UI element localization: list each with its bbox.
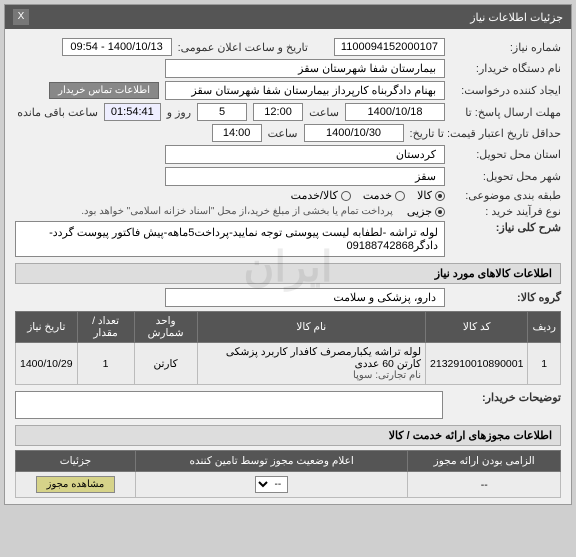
row-reply-due: مهلت ارسال پاسخ: تا 1400/10/18 ساعت 12:0… xyxy=(15,103,561,121)
label-time-2: ساعت xyxy=(268,127,298,140)
th-name: نام کالا xyxy=(197,312,425,343)
label-process-type: نوع فرآیند خرید : xyxy=(451,205,561,218)
td-name: لوله تراشه یکبارمصرف کافدار کاربرد پزشکی… xyxy=(197,343,425,385)
radio-both-icon xyxy=(341,191,351,201)
value-province: کردستان xyxy=(165,145,445,164)
radio-goods-icon xyxy=(435,191,445,201)
goods-item-name: لوله تراشه یکبارمصرف کافدار کاربرد پزشکی… xyxy=(202,346,421,370)
th-mandatory: الزامی بودن ارائه مجوز xyxy=(408,451,561,472)
td-qty: 1 xyxy=(77,343,134,385)
row-requester: ایجاد کننده درخواست: بهنام دادگربناه کار… xyxy=(15,81,561,100)
td-reqdate: 1400/10/29 xyxy=(16,343,78,385)
buyer-notes-textarea[interactable] xyxy=(15,391,443,419)
th-status: اعلام وضعیت مجوز توسط تامین کننده xyxy=(135,451,408,472)
label-time-1: ساعت xyxy=(309,106,339,119)
radio-service[interactable]: خدمت xyxy=(363,189,405,202)
label-buyer-org: نام دستگاه خریدار: xyxy=(451,62,561,75)
value-remaining-time: 01:54:41 xyxy=(104,103,161,121)
details-panel: جزئیات اطلاعات نیاز X ایران شماره نیاز: … xyxy=(4,4,572,505)
goods-row: 1 2132910010890001 لوله تراشه یکبارمصرف … xyxy=(16,343,561,385)
value-price-valid-date: 1400/10/30 xyxy=(304,124,404,142)
label-days: روز و xyxy=(167,106,191,119)
label-reply-due: مهلت ارسال پاسخ: تا xyxy=(451,106,561,119)
goods-section-header: اطلاعات کالاهای مورد نیاز xyxy=(15,263,561,284)
label-buyer-notes: توضیحات خریدار: xyxy=(451,391,561,404)
td-details: مشاهده مجوز xyxy=(16,472,136,498)
permit-status-select[interactable]: -- xyxy=(255,476,288,493)
permits-row: -- -- مشاهده مجوز xyxy=(16,472,561,498)
td-status: -- xyxy=(135,472,408,498)
label-province: استان محل تحویل: xyxy=(451,148,561,161)
view-permit-button[interactable]: مشاهده مجوز xyxy=(36,476,116,493)
row-goods-group: گروه کالا: دارو، پزشکی و سلامت xyxy=(15,288,561,307)
label-summary: شرح کلی نیاز: xyxy=(451,221,561,234)
row-province: استان محل تحویل: کردستان xyxy=(15,145,561,164)
process-note: پرداخت تمام یا بخشی از مبلغ خرید،از محل … xyxy=(81,206,393,217)
td-mandatory: -- xyxy=(408,472,561,498)
panel-title: جزئیات اطلاعات نیاز xyxy=(470,11,563,24)
radio-service-label: خدمت xyxy=(363,189,392,202)
row-city: شهر محل تحویل: سقز xyxy=(15,167,561,186)
label-public-date: تاریخ و ساعت اعلان عمومی: xyxy=(178,41,308,54)
radio-goods[interactable]: کالا xyxy=(417,189,445,202)
value-public-date: 1400/10/13 - 09:54 xyxy=(62,38,172,56)
th-code: کد کالا xyxy=(426,312,528,343)
label-requester: ایجاد کننده درخواست: xyxy=(451,84,561,97)
label-city: شهر محل تحویل: xyxy=(451,170,561,183)
value-price-valid-time: 14:00 xyxy=(212,124,262,142)
close-button[interactable]: X xyxy=(13,9,29,25)
value-reply-due-time: 12:00 xyxy=(253,103,303,121)
value-reply-due-date: 1400/10/18 xyxy=(345,103,445,121)
th-unit: واحد شمارش xyxy=(134,312,197,343)
goods-header-row: ردیف کد کالا نام کالا واحد شمارش تعداد /… xyxy=(16,312,561,343)
row-category: طبقه بندی موضوعی: کالا خدمت کالا/خدمت xyxy=(15,189,561,202)
th-reqdate: تاریخ نیاز xyxy=(16,312,78,343)
radio-service-icon xyxy=(395,191,405,201)
brand-value: سوپا xyxy=(353,370,372,381)
permits-header-row: الزامی بودن ارائه مجوز اعلام وضعیت مجوز … xyxy=(16,451,561,472)
row-price-valid: حداقل تاریخ اعتبار قیمت: تا تاریخ: 1400/… xyxy=(15,124,561,142)
radio-small-icon xyxy=(435,207,445,217)
row-buyer-notes: توضیحات خریدار: xyxy=(15,391,561,419)
goods-item-brand: نام تجارتی: سوپا xyxy=(202,370,421,381)
td-unit: کارتن xyxy=(134,343,197,385)
radio-goods-label: کالا xyxy=(417,189,432,202)
radio-both-label: کالا/خدمت xyxy=(291,189,338,202)
th-details: جزئیات xyxy=(16,451,136,472)
row-summary: شرح کلی نیاز: لوله تراشه -لطفابه لیست پی… xyxy=(15,221,561,257)
permits-table: الزامی بودن ارائه مجوز اعلام وضعیت مجوز … xyxy=(15,450,561,498)
th-idx: ردیف xyxy=(528,312,561,343)
permits-section-header: اطلاعات مجوزهای ارائه خدمت / کالا xyxy=(15,425,561,446)
value-goods-group: دارو، پزشکی و سلامت xyxy=(165,288,445,307)
buyer-contact-button[interactable]: اطلاعات تماس خریدار xyxy=(49,82,159,99)
label-goods-group: گروه کالا: xyxy=(451,291,561,304)
td-idx: 1 xyxy=(528,343,561,385)
row-process-type: نوع فرآیند خرید : جزیی پرداخت تمام یا بخ… xyxy=(15,205,561,218)
label-remaining: ساعت باقی مانده xyxy=(17,106,98,119)
value-summary: لوله تراشه -لطفابه لیست پیوستی توجه نمای… xyxy=(15,221,445,257)
radio-small[interactable]: جزیی xyxy=(407,205,445,218)
value-req-no: 1100094152000107 xyxy=(334,38,445,56)
row-buyer-org: نام دستگاه خریدار: بیمارستان شفا شهرستان… xyxy=(15,59,561,78)
label-req-no: شماره نیاز: xyxy=(451,41,561,54)
radio-small-label: جزیی xyxy=(407,205,432,218)
value-days: 5 xyxy=(197,103,247,121)
radio-both[interactable]: کالا/خدمت xyxy=(291,189,351,202)
value-city: سقز xyxy=(165,167,445,186)
label-price-valid: حداقل تاریخ اعتبار قیمت: تا تاریخ: xyxy=(410,127,561,140)
brand-label: نام تجارتی: xyxy=(375,370,421,381)
row-req-no: شماره نیاز: 1100094152000107 تاریخ و ساع… xyxy=(15,38,561,56)
td-code: 2132910010890001 xyxy=(426,343,528,385)
value-requester: بهنام دادگربناه کارپرداز بیمارستان شفا ش… xyxy=(165,81,445,100)
label-category: طبقه بندی موضوعی: xyxy=(451,189,561,202)
goods-table: ردیف کد کالا نام کالا واحد شمارش تعداد /… xyxy=(15,311,561,385)
category-radio-group: کالا خدمت کالا/خدمت xyxy=(291,189,445,202)
value-buyer-org: بیمارستان شفا شهرستان سقز xyxy=(165,59,445,78)
th-qty: تعداد / مقدار xyxy=(77,312,134,343)
panel-header: جزئیات اطلاعات نیاز X xyxy=(5,5,571,29)
